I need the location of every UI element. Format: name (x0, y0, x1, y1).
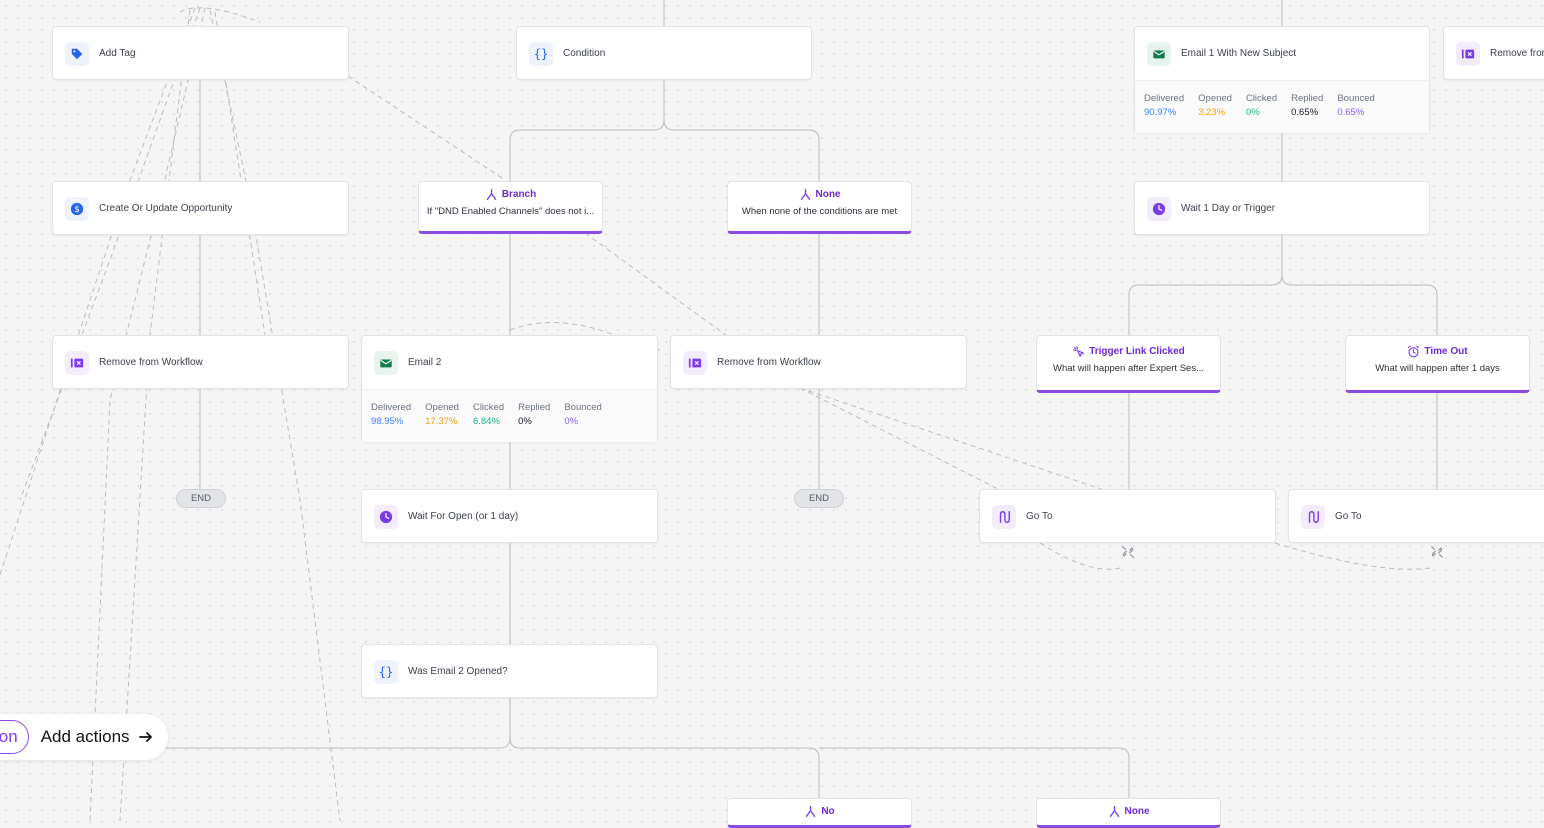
clock-icon (1147, 196, 1171, 221)
stat-bounced: Bounced 0% (564, 402, 602, 427)
goto-icon (1301, 504, 1325, 529)
wait-for-open-action[interactable]: Wait For Open (or 1 day) (361, 489, 658, 543)
remove-workflow-action-left[interactable]: Remove from Workflow (52, 335, 349, 389)
envelope-icon (1147, 41, 1171, 66)
was-email-opened-condition[interactable]: {} Was Email 2 Opened? (361, 644, 658, 698)
stat-bounced: Bounced 0.65% (1337, 93, 1375, 118)
branch-title: None (1037, 805, 1220, 818)
action-label: Was Email 2 Opened? (408, 666, 508, 677)
alarm-icon (1408, 345, 1420, 358)
branch-subtitle: What will happen after 1 days (1375, 363, 1500, 374)
branch-icon (1109, 805, 1119, 818)
branch-none-bottom[interactable]: None (1036, 798, 1221, 828)
action-label: Remove from (1490, 48, 1544, 59)
goto-action-1[interactable]: Go To (979, 489, 1276, 543)
branch-title: Time Out (1346, 345, 1529, 358)
remove-workflow-icon (683, 350, 707, 375)
action-label: Remove from Workflow (99, 357, 203, 368)
end-badge-left: END (176, 489, 226, 508)
unlink-icon[interactable] (1429, 544, 1445, 560)
dollar-icon: $ (65, 196, 89, 221)
remove-workflow-action-mid[interactable]: Remove from Workflow (670, 335, 967, 389)
branch-subtitle: What will happen after Expert Ses... (1052, 363, 1205, 374)
action-label: Create Or Update Opportunity (99, 203, 233, 214)
branch-trigger-link-clicked[interactable]: Trigger Link Clicked What will happen af… (1036, 335, 1221, 393)
email1-action[interactable]: Email 1 With New Subject Delivered 90.97%… (1134, 26, 1430, 133)
stat-clicked: Clicked 0% (1245, 93, 1278, 118)
email-stats: Delivered 90.97% Opened 3.23% Clicked 0% Re… (1135, 80, 1429, 133)
email-stats: Delivered 98.95% Opened 17.37% Clicked 6.84… (362, 389, 657, 442)
action-label: Go To (1335, 511, 1362, 522)
action-label: Email 1 With New Subject (1181, 48, 1297, 59)
remove-workflow-icon (1456, 41, 1480, 66)
tag-icon (65, 41, 89, 66)
stat-replied: Replied 0% (518, 402, 551, 427)
action-label: Wait For Open (or 1 day) (408, 511, 519, 522)
condition-action[interactable]: {} Condition (516, 26, 812, 80)
branch-timeout[interactable]: Time Out What will happen after 1 days (1345, 335, 1530, 393)
branch-title: Branch (419, 188, 602, 201)
create-opportunity-action[interactable]: $ Create Or Update Opportunity (52, 181, 349, 235)
action-pill[interactable]: ion (0, 720, 29, 754)
sparkle-icon (1073, 346, 1085, 357)
branch-title: No (728, 805, 911, 818)
branch-none-top[interactable]: None When none of the conditions are met (727, 181, 912, 234)
add-actions-bar: ion Add actions (0, 714, 168, 760)
branch-icon (806, 805, 816, 818)
stat-opened: Opened 3.23% (1198, 93, 1232, 118)
action-label: Condition (563, 48, 606, 59)
remove-workflow-action-right[interactable]: Remove from (1443, 26, 1544, 80)
add-tag-action[interactable]: Add Tag (52, 26, 349, 80)
stat-replied: Replied 0.65% (1291, 93, 1324, 118)
svg-text:$: $ (74, 205, 80, 215)
stat-opened: Opened 17.37% (425, 402, 459, 427)
action-label: Wait 1 Day or Trigger (1181, 203, 1276, 214)
action-label: Add Tag (99, 48, 136, 59)
remove-workflow-icon (65, 350, 89, 375)
arrow-right-icon[interactable] (138, 729, 154, 745)
branch-no[interactable]: No (727, 798, 912, 828)
email2-action[interactable]: Email 2 Delivered 98.95% Opened 17.37% Cli… (361, 335, 658, 442)
stat-clicked: Clicked 6.84% (472, 402, 505, 427)
branch-title: Trigger Link Clicked (1037, 345, 1220, 358)
branch-title: None (728, 188, 911, 201)
action-label: Go To (1026, 511, 1053, 522)
branch-subtitle: When none of the conditions are met (741, 206, 898, 217)
envelope-icon (374, 350, 398, 375)
action-label: Email 2 (408, 357, 442, 368)
goto-action-2[interactable]: Go To (1288, 489, 1544, 543)
branch-subtitle: If "DND Enabled Channels" does not i... (426, 206, 595, 217)
braces-icon: {} (529, 41, 553, 66)
branch-icon (800, 188, 810, 201)
action-label: Remove from Workflow (717, 357, 821, 368)
stat-delivered: Delivered 98.95% (371, 402, 412, 427)
unlink-icon[interactable] (1120, 544, 1136, 560)
branch-icon (486, 188, 496, 201)
stat-delivered: Delivered 90.97% (1144, 93, 1185, 118)
braces-icon: {} (374, 659, 398, 684)
goto-icon (992, 504, 1016, 529)
wait-1-day-action[interactable]: Wait 1 Day or Trigger (1134, 181, 1430, 235)
branch-condition[interactable]: Branch If "DND Enabled Channels" does no… (418, 181, 603, 234)
add-actions-label[interactable]: Add actions (41, 727, 130, 747)
clock-icon (374, 504, 398, 529)
end-badge-mid: END (794, 489, 844, 508)
